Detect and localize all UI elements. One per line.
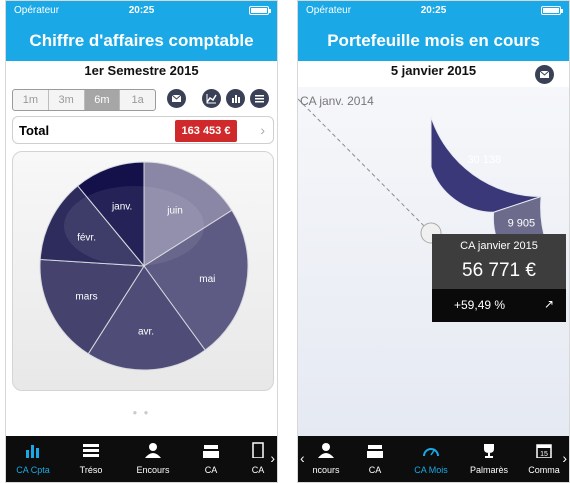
- date-title: 5 janvier 2015: [390, 63, 477, 78]
- person-icon: [318, 443, 334, 458]
- bar-chart-icon: [232, 95, 240, 103]
- gauge-icon: [423, 448, 439, 457]
- chevron-right-icon[interactable]: ›: [562, 450, 567, 466]
- status-bar: Opérateur 20:25: [298, 1, 569, 21]
- tab-ca[interactable]: CA: [186, 436, 236, 482]
- gauge-segment-label: 9 905: [508, 218, 536, 230]
- tab-palmares[interactable]: Palmarès: [464, 436, 514, 482]
- reference-label: CA janv. 2014: [300, 94, 374, 108]
- person-icon: [145, 443, 161, 458]
- menu-button[interactable]: [250, 89, 269, 108]
- segment-1m[interactable]: 1m: [13, 90, 49, 110]
- register-icon: [367, 445, 383, 458]
- status-time: 20:25: [128, 5, 155, 16]
- info-title: CA janvier 2015: [460, 240, 538, 252]
- status-bar: Opérateur 20:25: [6, 1, 277, 21]
- total-value-badge: 163 453 €: [175, 120, 237, 142]
- line-chart-icon: [206, 94, 217, 104]
- info-value: 56 771 €: [462, 260, 536, 281]
- reference-line: [298, 98, 432, 234]
- doc-icon: [252, 442, 264, 458]
- status-time: 20:25: [420, 5, 447, 16]
- total-label: Total: [19, 123, 50, 138]
- period-segmented-control: 1m 3m 6m 1a: [12, 89, 156, 111]
- trophy-icon: [484, 444, 494, 458]
- right-phone-screen: Opérateur 20:25 Portefeuille mois en cou…: [297, 0, 570, 483]
- info-change: +59,49 %: [454, 298, 506, 312]
- info-box: CA janvier 2015 56 771 € +59,49 % ↗: [432, 234, 566, 322]
- pie-label: mai: [199, 274, 215, 285]
- tab-encours[interactable]: Encours: [128, 436, 178, 482]
- segment-3m[interactable]: 3m: [49, 90, 85, 110]
- mail-icon: [171, 94, 182, 102]
- svg-text:15: 15: [540, 451, 548, 458]
- chevron-left-icon[interactable]: ‹: [300, 450, 305, 466]
- page-title: Chiffre d'affaires comptable: [6, 21, 277, 61]
- chevron-right-icon[interactable]: ›: [270, 450, 275, 466]
- register-icon: [203, 445, 219, 458]
- tab-bar: CA Cpta Tréso Encours CA CA ›: [6, 436, 277, 482]
- total-row[interactable]: Total 163 453 € ›: [12, 116, 274, 144]
- page-title: Portefeuille mois en cours: [298, 21, 569, 61]
- page-indicator: ● ●: [132, 408, 151, 417]
- battery-icon: [249, 6, 271, 15]
- bar-chart-button[interactable]: [226, 89, 245, 108]
- mail-icon: [539, 70, 550, 78]
- tab-ca-mois[interactable]: CA Mois: [406, 436, 456, 482]
- tab-ca-cpta[interactable]: CA Cpta: [8, 436, 58, 482]
- stack-icon: [83, 444, 99, 457]
- tab-commandes[interactable]: 15 Comma: [520, 436, 568, 482]
- left-phone-screen: Opérateur 20:25 Chiffre d'affaires compt…: [5, 0, 278, 483]
- trend-up-icon: ↗: [543, 297, 554, 311]
- line-chart-button[interactable]: [202, 89, 221, 108]
- list-icon: [255, 95, 264, 103]
- mail-button[interactable]: [167, 89, 186, 108]
- bar-chart-icon: [26, 445, 39, 458]
- mail-button[interactable]: [535, 65, 554, 84]
- tab-ca[interactable]: CA: [350, 436, 400, 482]
- pie-chart-panel: juin mai avr. mars févr. janv.: [12, 151, 274, 391]
- tab-treso[interactable]: Tréso: [66, 436, 116, 482]
- chevron-right-icon: ›: [260, 122, 265, 138]
- info-box-footer[interactable]: +59,49 % ↗: [432, 289, 566, 322]
- segment-1a[interactable]: 1a: [120, 90, 155, 110]
- pie-gloss: [64, 186, 204, 266]
- info-box-header: CA janvier 2015 56 771 €: [432, 234, 566, 289]
- pie-chart: juinmaiavr.marsfévr.janv.: [39, 161, 249, 371]
- calendar-icon: 15: [536, 444, 552, 458]
- pie-label: mars: [75, 291, 97, 302]
- gauge-segment-label: 30 138: [467, 154, 501, 166]
- battery-icon: [541, 6, 563, 15]
- tab-encours[interactable]: ncours: [306, 436, 346, 482]
- pie-label: avr.: [138, 326, 154, 337]
- tab-bar: ‹ ncours CA CA Mois Palmarès 15 Comma ›: [298, 436, 569, 482]
- period-title: 1er Semestre 2015: [84, 63, 199, 78]
- segment-6m[interactable]: 6m: [84, 90, 121, 110]
